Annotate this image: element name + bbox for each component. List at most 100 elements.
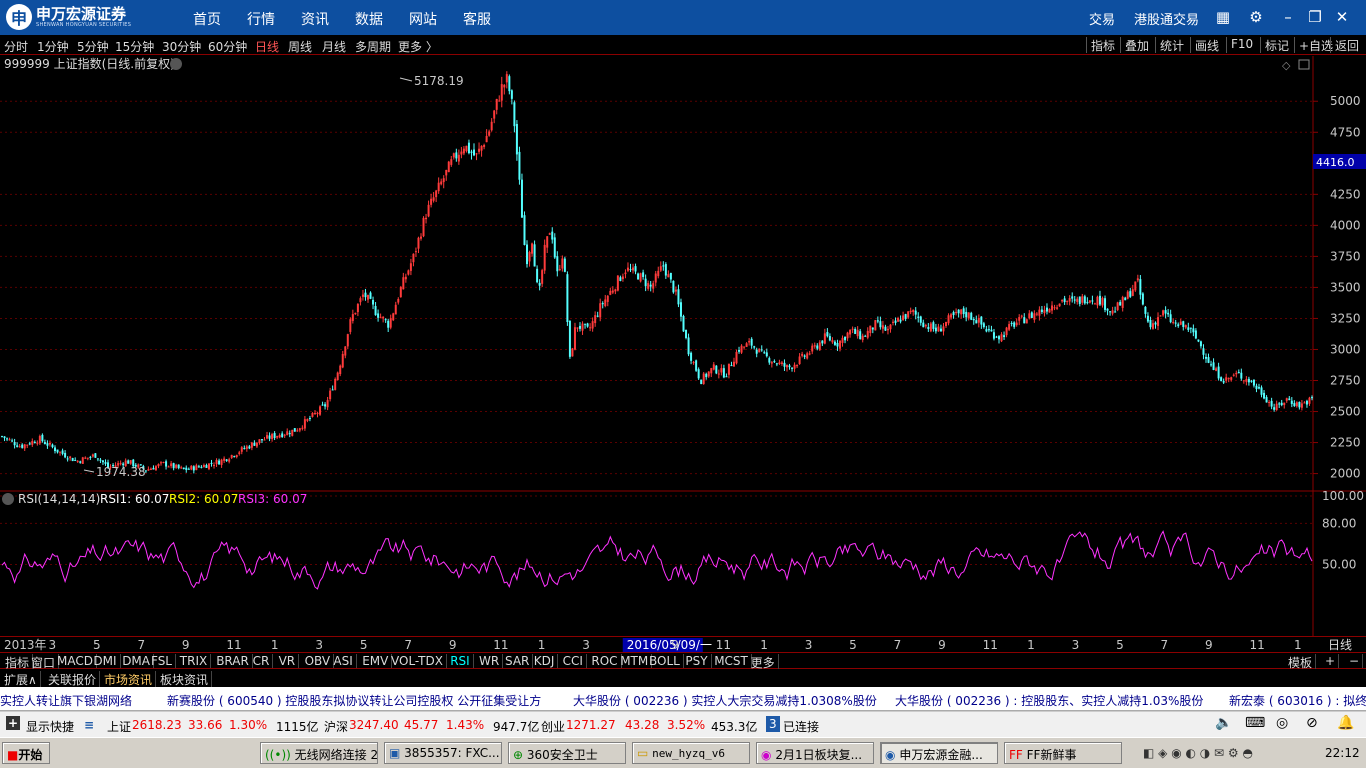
nav-data[interactable]: 数据 bbox=[355, 9, 383, 29]
start-button[interactable]: ■开始 bbox=[2, 742, 50, 764]
candle-body bbox=[33, 441, 36, 444]
period-weekly[interactable]: 周线 bbox=[288, 38, 312, 55]
taskbar-item-wifi[interactable]: ((•)) 无线网络连接 2 bbox=[260, 742, 378, 764]
indicator-tab-fsl[interactable]: FSL bbox=[148, 654, 176, 668]
taskbar-item-ff[interactable]: FF FF新鲜事 bbox=[1004, 742, 1122, 764]
keyboard-icon[interactable]: ⌨ bbox=[1245, 715, 1265, 731]
ticker-item[interactable]: 实控人转让旗下银湖网络 bbox=[0, 692, 132, 709]
ticker-item[interactable]: 新宏泰 ( 603016 ) : 拟终 bbox=[1229, 692, 1366, 709]
ticker-item[interactable]: 新赛股份 ( 600540 ) 控股股东拟协议转让公司控股权 公开征集受让方 bbox=[167, 692, 541, 709]
candle-body bbox=[467, 142, 470, 154]
trade-link[interactable]: 交易 bbox=[1089, 9, 1115, 28]
news-ticker[interactable]: 实控人转让旗下银湖网络 新赛股份 ( 600540 ) 控股股东拟协议转让公司控… bbox=[0, 687, 1366, 711]
rsi-menu-icon[interactable] bbox=[2, 493, 14, 505]
status-bar: + 显示快捷 ≡ 上证 2618.23 33.66 1.30% 1115亿 沪深… bbox=[0, 711, 1366, 737]
hk-trade-link[interactable]: 港股通交易 bbox=[1134, 9, 1199, 28]
tab-market-news[interactable]: 市场资讯 bbox=[104, 671, 157, 688]
candle-body bbox=[934, 327, 937, 332]
tool-f10[interactable]: F10 bbox=[1226, 37, 1253, 53]
tool-add-watchlist[interactable]: +自选 bbox=[1294, 37, 1333, 53]
indicator-tab-boll[interactable]: BOLL bbox=[646, 654, 684, 668]
indicator-tab-dmi[interactable]: DMI bbox=[90, 654, 121, 668]
indicator-tab-cr[interactable]: CR bbox=[250, 654, 274, 668]
restore-icon[interactable]: ❐ bbox=[1306, 8, 1324, 26]
tool-mark[interactable]: 标记 bbox=[1260, 37, 1289, 53]
period-1min[interactable]: 1分钟 bbox=[37, 38, 69, 55]
candle-body bbox=[404, 276, 407, 280]
tool-indicator[interactable]: 指标 bbox=[1086, 37, 1115, 53]
minimize-icon[interactable]: – bbox=[1279, 8, 1297, 26]
nav-quotes[interactable]: 行情 bbox=[247, 9, 275, 29]
candle-body bbox=[1146, 315, 1149, 322]
candle-body bbox=[950, 314, 953, 318]
speaker-icon[interactable]: 🔈 bbox=[1215, 715, 1232, 731]
tool-back[interactable]: 返回 bbox=[1330, 37, 1359, 53]
period-daily[interactable]: 日线 bbox=[255, 38, 279, 55]
taskbar-item-browser[interactable]: ◉ 2月1日板块复... bbox=[756, 742, 874, 764]
nav-news[interactable]: 资讯 bbox=[301, 9, 329, 29]
tab-related-quotes[interactable]: 关联报价 bbox=[48, 671, 101, 688]
indicator-tab-vol-tdx[interactable]: VOL-TDX bbox=[388, 654, 447, 668]
period-15min[interactable]: 15分钟 bbox=[115, 38, 154, 55]
grid-icon[interactable]: ▦ bbox=[1214, 8, 1232, 26]
plus-icon[interactable]: + bbox=[6, 716, 20, 730]
indicator-tab-brar[interactable]: BRAR bbox=[213, 654, 253, 668]
period-5min[interactable]: 5分钟 bbox=[77, 38, 109, 55]
candle-body bbox=[1139, 279, 1142, 295]
indicator-tab-psy[interactable]: PSY bbox=[682, 654, 712, 668]
tab-expand[interactable]: 扩展∧ bbox=[4, 671, 41, 688]
taskbar-item-folder[interactable]: ▭ new_hyzq_v6 bbox=[632, 742, 750, 764]
indicator-tab-wr[interactable]: WR bbox=[476, 654, 504, 668]
gear-icon[interactable]: ⚙ bbox=[1247, 8, 1265, 26]
period-multi[interactable]: 多周期 bbox=[355, 38, 391, 55]
chart-icon[interactable]: ⊘ bbox=[1306, 715, 1318, 731]
nav-website[interactable]: 网站 bbox=[409, 9, 437, 29]
candle-body bbox=[669, 272, 672, 280]
indicator-tab-obv[interactable]: OBV bbox=[302, 654, 335, 668]
tool-overlay[interactable]: 叠加 bbox=[1120, 37, 1149, 53]
period-tick[interactable]: 分时 bbox=[4, 38, 28, 55]
period-more[interactable]: 更多 〉 bbox=[398, 38, 438, 55]
price-tick-label: 2250 bbox=[1330, 436, 1361, 450]
chart-area[interactable]: 5000 4750 4250 4000 3750 3500 3250 3000 2750 2500… bbox=[0, 56, 1366, 636]
bell-icon[interactable]: 🔔 bbox=[1337, 715, 1354, 731]
window-icon[interactable] bbox=[1298, 59, 1310, 70]
period-30min[interactable]: 30分钟 bbox=[162, 38, 201, 55]
taskbar-item-shenwan[interactable]: ◉ 申万宏源金融... bbox=[880, 742, 998, 764]
indicator-tab-trix[interactable]: TRIX bbox=[177, 654, 212, 668]
date-tick-label: 11 bbox=[716, 638, 731, 652]
title-menu-icon[interactable] bbox=[170, 58, 182, 70]
nav-service[interactable]: 客服 bbox=[463, 9, 491, 29]
search-icon[interactable]: ◎ bbox=[1276, 715, 1288, 731]
candle-body bbox=[101, 460, 104, 463]
candle-body bbox=[515, 123, 518, 155]
tool-draw[interactable]: 画线 bbox=[1190, 37, 1219, 53]
indicator-tab-cci[interactable]: CCI bbox=[560, 654, 587, 668]
indicator-tab-sar[interactable]: SAR bbox=[502, 654, 534, 668]
add-panel-button[interactable]: + bbox=[1322, 654, 1340, 668]
indicator-tab-mcst[interactable]: MCST bbox=[711, 654, 752, 668]
tab-sector-news[interactable]: 板块资讯 bbox=[160, 671, 213, 688]
close-icon[interactable]: ✕ bbox=[1333, 8, 1351, 26]
candle-body bbox=[255, 442, 258, 447]
candle-body bbox=[266, 435, 269, 439]
ticker-item[interactable]: 大华股份 ( 002236 ) : 控股股东、实控人减持1.03%股份 bbox=[895, 692, 1203, 709]
date-tick-label: 5 bbox=[360, 638, 368, 652]
show-shortcut[interactable]: 显示快捷 bbox=[26, 718, 74, 735]
nav-home[interactable]: 首页 bbox=[193, 9, 221, 29]
taskbar-item-360[interactable]: ⊕ 360安全卫士 bbox=[508, 742, 626, 764]
indicator-tab-vr[interactable]: VR bbox=[276, 654, 300, 668]
period-60min[interactable]: 60分钟 bbox=[208, 38, 247, 55]
indicator-tab-kdj[interactable]: KDJ bbox=[531, 654, 559, 668]
tray-icons[interactable]: ◧ ◈ ◉ ◐ ◑ ✉ ⚙ ◓ bbox=[1143, 746, 1253, 760]
indicator-tab-rsi[interactable]: RSI bbox=[447, 654, 474, 668]
remove-panel-button[interactable]: − bbox=[1346, 654, 1364, 668]
diamond-icon[interactable]: ◇ bbox=[1282, 59, 1291, 72]
period-monthly[interactable]: 月线 bbox=[322, 38, 346, 55]
taskbar-item-chat[interactable]: ▣ 3855357: FXC... bbox=[384, 742, 502, 764]
index-icon: ≡ bbox=[84, 718, 95, 732]
candle-body bbox=[1114, 311, 1117, 313]
tool-stats[interactable]: 统计 bbox=[1155, 37, 1184, 53]
indicator-tab-asi[interactable]: ASI bbox=[330, 654, 357, 668]
ticker-item[interactable]: 大华股份 ( 002236 ) 实控人大宗交易减持1.0308%股份 bbox=[573, 692, 877, 709]
